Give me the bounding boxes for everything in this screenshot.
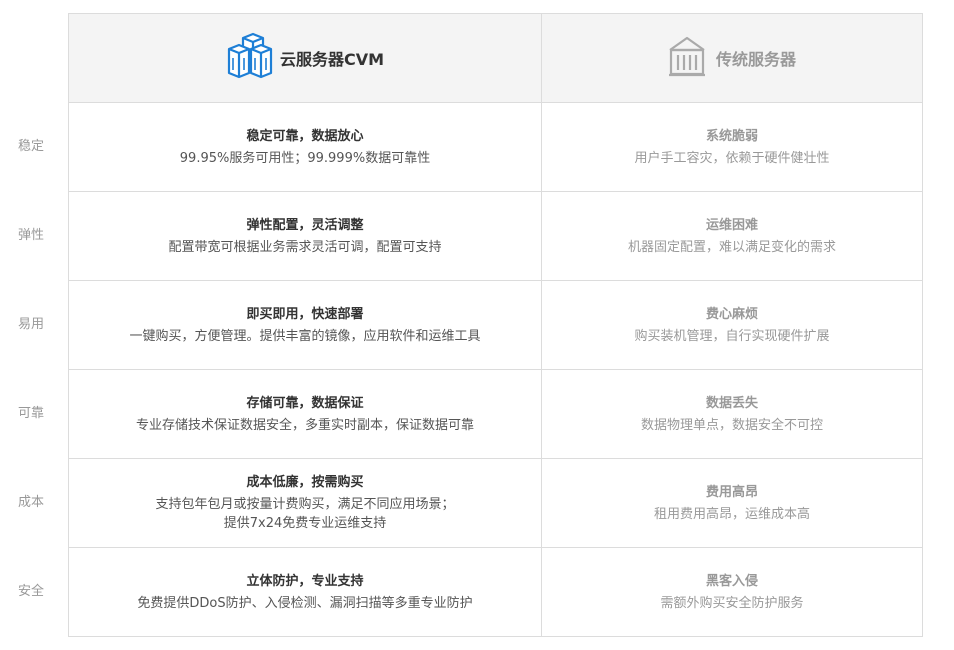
traditional-feature-title: 运维困难 [705,217,758,233]
cvm-feature-desc: 免费提供DDoS防护、入侵检测、漏洞扫描等多重专业防护 [137,595,473,611]
table-row: 存储可靠，数据保证 专业存储技术保证数据安全，多重实时副本，保证数据可靠 数据丢… [68,369,923,459]
traditional-cell: 数据丢失 数据物理单点，数据安全不可控 [541,369,923,459]
table-row: 成本低廉，按需购买 支持包年包月或按量计费购买，满足不同应用场景； 提供7x24… [68,458,923,548]
traditional-feature-desc: 购买装机管理，自行实现硬件扩展 [634,328,830,344]
traditional-feature-title: 数据丢失 [705,395,758,411]
cvm-header-cell: 云服务器CVM [68,13,542,103]
cvm-feature-title: 存储可靠，数据保证 [246,395,364,411]
row-label-reliable: 可靠 [17,406,44,421]
comparison-table: 云服务器CVM 传统服务器 稳定可靠，数据放心 99.95%服务可用性；99.9… [68,13,923,637]
traditional-cell: 系统脆弱 用户手工容灾，依赖于硬件健壮性 [541,102,923,192]
table-row: 即买即用，快速部署 一键购买，方便管理。提供丰富的镜像，应用软件和运维工具 费心… [68,280,923,370]
cvm-feature-title: 立体防护，专业支持 [246,573,364,589]
traditional-feature-desc: 用户手工容灾，依赖于硬件健壮性 [634,150,830,166]
traditional-feature-title: 系统脆弱 [705,128,758,144]
table-header-row: 云服务器CVM 传统服务器 [68,13,923,103]
traditional-feature-title: 黑客入侵 [705,573,758,589]
row-labels: 稳定 弹性 易用 可靠 成本 安全 [0,102,62,636]
cvm-cell: 弹性配置，灵活调整 配置带宽可根据业务需求灵活可调，配置可支持 [68,191,542,281]
cvm-feature-title: 即买即用，快速部署 [246,306,364,322]
traditional-cell: 费用高昂 租用费用高昂，运维成本高 [541,458,923,548]
traditional-feature-title: 费心麻烦 [705,306,758,322]
row-label-easy: 易用 [17,317,44,332]
traditional-header-cell: 传统服务器 [541,13,923,103]
row-label-elastic: 弹性 [17,228,44,243]
cvm-cell: 存储可靠，数据保证 专业存储技术保证数据安全，多重实时副本，保证数据可靠 [68,369,542,459]
traditional-cell: 黑客入侵 需额外购买安全防护服务 [541,547,923,637]
traditional-cell: 运维困难 机器固定配置，难以满足变化的需求 [541,191,923,281]
cvm-feature-title: 成本低廉，按需购买 [246,475,364,490]
row-label-cost: 成本 [17,495,44,510]
cvm-feature-title: 稳定可靠，数据放心 [246,128,364,144]
cvm-feature-desc: 配置带宽可根据业务需求灵活可调，配置可支持 [168,239,442,255]
traditional-feature-desc: 数据物理单点，数据安全不可控 [640,417,823,433]
traditional-cell: 费心麻烦 购买装机管理，自行实现硬件扩展 [541,280,923,370]
traditional-title: 传统服务器 [715,50,796,69]
table-row: 稳定可靠，数据放心 99.95%服务可用性；99.999%数据可靠性 系统脆弱 … [68,102,923,192]
cvm-cell: 立体防护，专业支持 免费提供DDoS防护、入侵检测、漏洞扫描等多重专业防护 [68,547,542,637]
cvm-cell: 稳定可靠，数据放心 99.95%服务可用性；99.999%数据可靠性 [68,102,542,192]
traditional-feature-title: 费用高昂 [705,484,758,500]
cvm-feature-desc: 99.95%服务可用性；99.999%数据可靠性 [179,150,431,166]
cvm-feature-desc: 支持包年包月或按量计费购买，满足不同应用场景； [155,497,455,512]
table-row: 弹性配置，灵活调整 配置带宽可根据业务需求灵活可调，配置可支持 运维困难 机器固… [68,191,923,281]
traditional-feature-desc: 租用费用高昂，运维成本高 [653,506,810,522]
table-row: 立体防护，专业支持 免费提供DDoS防护、入侵检测、漏洞扫描等多重专业防护 黑客… [68,547,923,637]
building-icon [668,35,706,81]
cvm-title: 云服务器CVM [279,50,385,69]
cvm-feature-desc: 专业存储技术保证数据安全，多重实时副本，保证数据可靠 [135,417,474,433]
cvm-cell: 即买即用，快速部署 一键购买，方便管理。提供丰富的镜像，应用软件和运维工具 [68,280,542,370]
cvm-cell: 成本低廉，按需购买 支持包年包月或按量计费购买，满足不同应用场景； 提供7x24… [68,458,542,548]
cvm-feature-desc-line2: 提供7x24免费专业运维支持 [223,516,387,531]
cvm-feature-title: 弹性配置，灵活调整 [246,217,364,233]
row-label-stable: 稳定 [17,139,44,154]
traditional-feature-desc: 机器固定配置，难以满足变化的需求 [627,239,836,255]
row-label-security: 安全 [17,584,44,599]
traditional-feature-desc: 需额外购买安全防护服务 [660,595,804,611]
cvm-feature-desc: 一键购买，方便管理。提供丰富的镜像，应用软件和运维工具 [129,328,481,344]
server-cubes-icon [226,32,274,84]
